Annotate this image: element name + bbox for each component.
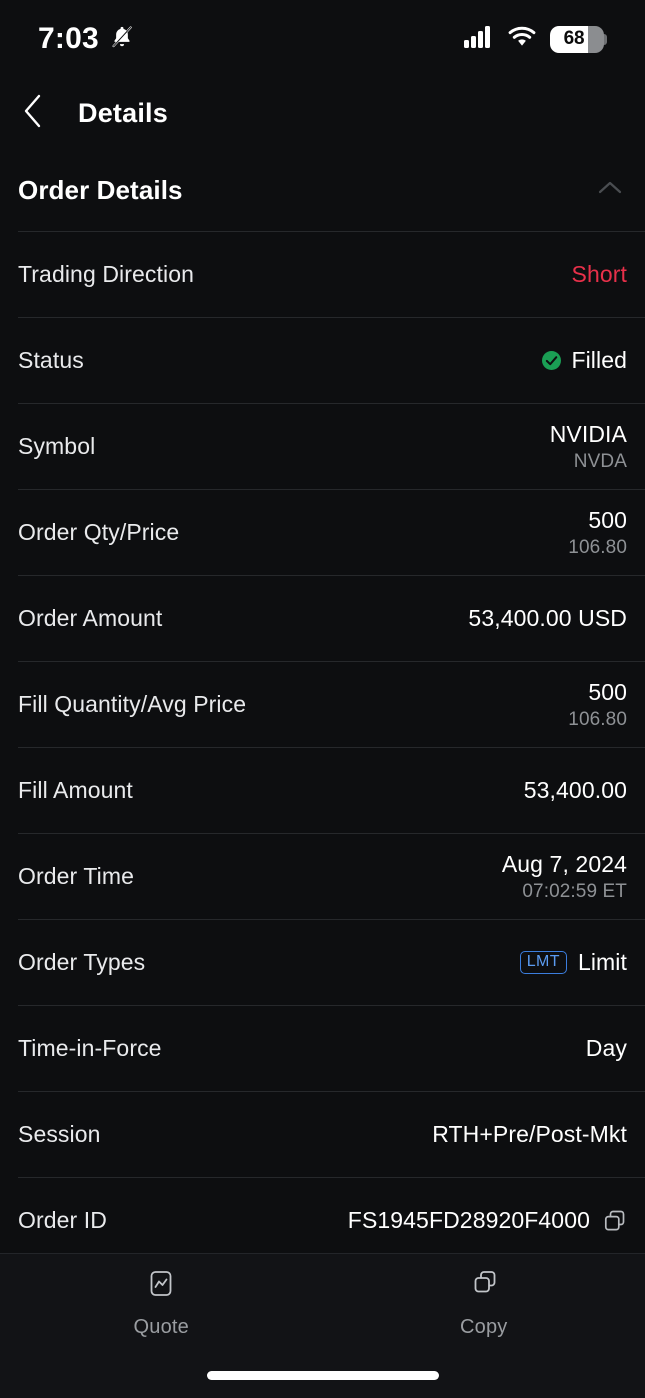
battery-indicator: 68: [550, 25, 607, 53]
row-value-group: Short: [572, 261, 627, 288]
row-label: Order ID: [18, 1207, 107, 1233]
chevron-up-icon: [597, 181, 623, 200]
row-value-group: FS1945FD28920F4000: [348, 1207, 627, 1234]
row-label: Fill Quantity/Avg Price: [18, 691, 247, 717]
row-label: Symbol: [18, 433, 96, 459]
order-price-value: 106.80: [568, 536, 627, 558]
copy-icon[interactable]: [603, 1209, 627, 1233]
order-type-value-group: LMT Limit: [519, 949, 627, 976]
section-title: Order Details: [18, 175, 183, 205]
table-row: Fill Amount 53,400.00: [18, 747, 645, 833]
row-label: Order Qty/Price: [18, 519, 180, 545]
status-time: 7:03: [38, 22, 99, 55]
row-value-group: 53,400.00 USD: [468, 605, 627, 632]
tab-quote-label: Quote: [133, 1316, 189, 1338]
order-id-value: FS1945FD28920F4000: [347, 1207, 590, 1233]
symbol-ticker: NVDA: [573, 450, 627, 472]
trading-direction-value: Short: [571, 261, 627, 287]
row-label: Time-in-Force: [18, 1035, 162, 1061]
check-circle-icon: [541, 350, 562, 371]
symbol-value: NVIDIA: [549, 420, 627, 447]
time-in-force-value: Day: [585, 1035, 627, 1061]
fill-qty-value: 500: [588, 678, 627, 705]
tab-copy-label: Copy: [460, 1316, 508, 1338]
row-value-group: Filled: [541, 347, 627, 374]
row-label: Status: [18, 347, 84, 373]
navigation-bar: Details: [0, 78, 645, 148]
home-indicator: [206, 1371, 439, 1380]
order-qty-value: 500: [588, 506, 627, 533]
table-row: Order Types LMT Limit: [18, 919, 645, 1005]
row-label: Order Time: [18, 863, 135, 889]
session-value: RTH+Pre/Post-Mkt: [432, 1121, 627, 1147]
row-label: Order Amount: [18, 605, 163, 631]
status-badge: Filled: [541, 347, 627, 374]
order-amount-value: 53,400.00 USD: [468, 605, 627, 631]
table-row: Symbol NVIDIA NVDA: [18, 403, 645, 489]
order-date-value: Aug 7, 2024: [501, 850, 627, 877]
table-row: Fill Quantity/Avg Price 500 106.80: [18, 661, 645, 747]
row-value-group: 500 106.80: [568, 679, 627, 731]
collapse-toggle-button[interactable]: [593, 174, 627, 207]
row-value-group: LMT Limit: [519, 949, 627, 976]
chevron-left-icon: [22, 93, 44, 134]
row-label: Trading Direction: [18, 261, 194, 287]
row-label: Session: [18, 1121, 101, 1147]
bottom-action-bar: Quote Copy: [0, 1253, 645, 1398]
wifi-icon: [507, 26, 537, 53]
table-row: Trading Direction Short: [18, 231, 645, 317]
back-button[interactable]: [22, 93, 54, 133]
copy-icon: [469, 1268, 499, 1307]
order-id-value-group: FS1945FD28920F4000: [348, 1207, 627, 1234]
tab-copy[interactable]: Copy: [323, 1268, 645, 1339]
table-row: Order ID FS1945FD28920F4000: [18, 1177, 645, 1263]
tab-quote[interactable]: Quote: [0, 1268, 323, 1339]
row-label: Order Types: [18, 949, 146, 975]
quote-chart-icon: [146, 1268, 176, 1307]
order-timestamp-value: 07:02:59 ET: [522, 880, 627, 902]
battery-percent-label: 68: [563, 28, 585, 49]
page-title: Details: [78, 97, 168, 128]
status-bar-left: 7:03: [38, 22, 135, 56]
table-row: Status Filled: [18, 317, 645, 403]
row-value-group: 500 106.80: [568, 507, 627, 559]
cellular-signal-icon: [464, 25, 494, 53]
table-row: Order Time Aug 7, 2024 07:02:59 ET: [18, 833, 645, 919]
status-bar-right: 68: [464, 25, 607, 53]
table-row: Order Qty/Price 500 106.80: [18, 489, 645, 575]
row-value-group: Day: [586, 1035, 627, 1062]
order-type-value: Limit: [577, 949, 627, 975]
row-value-group: 53,400.00: [524, 777, 627, 804]
row-value-group: RTH+Pre/Post-Mkt: [432, 1121, 627, 1148]
row-value-group: Aug 7, 2024 07:02:59 ET: [502, 851, 627, 903]
bell-muted-icon: [109, 24, 135, 55]
status-value: Filled: [571, 347, 627, 373]
fill-avg-price-value: 106.80: [568, 708, 627, 730]
order-details-list: Trading Direction Short Status Filled Sy…: [0, 231, 645, 1263]
order-details-section-header[interactable]: Order Details: [0, 148, 645, 231]
table-row: Time-in-Force Day: [18, 1005, 645, 1091]
table-row: Session RTH+Pre/Post-Mkt: [18, 1091, 645, 1177]
order-type-badge: LMT: [519, 951, 567, 974]
row-value-group: NVIDIA NVDA: [550, 421, 627, 473]
status-bar: 7:03 68: [0, 0, 645, 78]
fill-amount-value: 53,400.00: [523, 777, 627, 803]
table-row: Order Amount 53,400.00 USD: [18, 575, 645, 661]
bottom-tabs: Quote Copy: [0, 1254, 645, 1354]
row-label: Fill Amount: [18, 777, 133, 803]
